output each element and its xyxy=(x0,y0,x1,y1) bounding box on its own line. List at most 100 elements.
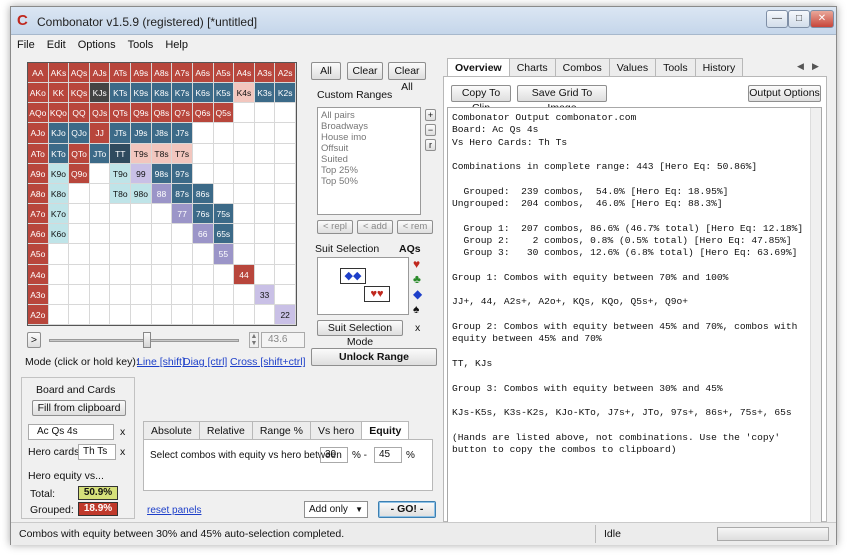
hand-cell[interactable] xyxy=(275,143,296,164)
hand-cell[interactable]: T8s xyxy=(151,143,173,164)
hand-cell[interactable]: JTs xyxy=(110,123,132,144)
hand-cell[interactable]: 97s xyxy=(172,163,193,184)
reset-panels-link[interactable]: reset panels xyxy=(147,505,201,516)
hand-cell[interactable]: QJo xyxy=(69,123,90,144)
hand-cell[interactable] xyxy=(69,264,90,285)
hand-cell[interactable]: ATo xyxy=(28,143,49,164)
hand-cell[interactable]: AQs xyxy=(69,63,90,84)
clear-all-button[interactable]: Clear All xyxy=(388,62,426,93)
slider-value-field[interactable]: 43.6 xyxy=(261,332,305,348)
hand-cell[interactable]: A2s xyxy=(275,63,296,84)
go-button[interactable]: - GO! - xyxy=(378,501,436,518)
tab-overview[interactable]: Overview xyxy=(447,58,510,77)
tab-scroll-right-icon[interactable]: ▶ xyxy=(812,61,819,72)
hand-cell[interactable]: A5o xyxy=(28,244,49,265)
custom-ranges-list[interactable]: All pairs Broadways House imo Offsuit Suited… xyxy=(317,107,421,215)
hand-cell[interactable]: K6s xyxy=(192,83,214,104)
hand-cell[interactable]: KTo xyxy=(48,143,70,164)
save-grid-button[interactable]: Save Grid To Image xyxy=(517,85,607,114)
hand-cell[interactable] xyxy=(254,103,276,124)
hand-cell[interactable]: J9s xyxy=(131,123,152,144)
hand-cell[interactable]: KK xyxy=(48,83,70,104)
overview-scrollbar[interactable] xyxy=(810,108,821,526)
minimize-button[interactable]: — xyxy=(766,10,788,28)
hand-cell[interactable]: Q9s xyxy=(131,103,152,124)
hand-cell[interactable]: AJs xyxy=(89,63,111,84)
hand-cell[interactable] xyxy=(89,183,111,205)
hand-cell[interactable]: A6s xyxy=(192,63,214,84)
hand-cell[interactable] xyxy=(275,123,296,144)
hand-cell[interactable]: K6o xyxy=(48,224,70,245)
hearts-pair-icon[interactable]: ♥♥ xyxy=(364,286,390,302)
hand-cell[interactable]: A9o xyxy=(28,163,49,184)
hand-cell[interactable]: K4s xyxy=(234,83,255,104)
tab-absolute[interactable]: Absolute xyxy=(143,421,200,440)
hand-cell[interactable] xyxy=(234,224,255,245)
equity-from-field[interactable]: 30 xyxy=(320,447,348,463)
hand-cell[interactable] xyxy=(192,264,214,285)
hand-cell[interactable] xyxy=(89,204,111,225)
hand-cell[interactable]: JTo xyxy=(89,143,111,164)
hand-cell[interactable]: 77 xyxy=(172,204,193,225)
hand-cell[interactable]: TT xyxy=(110,143,132,164)
custom-range-rename-icon[interactable]: r xyxy=(425,139,436,151)
hand-cell[interactable] xyxy=(234,103,255,124)
custom-range-item[interactable]: All pairs xyxy=(321,110,417,121)
hand-cell[interactable] xyxy=(89,284,111,305)
menu-tools[interactable]: Tools xyxy=(122,36,160,54)
hand-cell[interactable]: A6o xyxy=(28,224,49,245)
hand-cell[interactable] xyxy=(151,304,173,325)
hand-cell[interactable]: A7s xyxy=(172,63,193,84)
menu-help[interactable]: Help xyxy=(159,36,194,54)
hand-cell[interactable]: QTo xyxy=(69,143,90,164)
slider-play-button[interactable]: > xyxy=(27,332,41,348)
hand-cell[interactable]: A8s xyxy=(151,63,173,84)
tab-equity[interactable]: Equity xyxy=(361,421,410,440)
range-slider-handle[interactable] xyxy=(143,332,151,348)
custom-range-item[interactable]: Top 25% xyxy=(321,165,417,176)
custom-range-item[interactable]: Top 50% xyxy=(321,176,417,187)
hand-cell[interactable] xyxy=(69,284,90,305)
hand-cell[interactable] xyxy=(48,304,70,325)
hand-cell[interactable] xyxy=(234,244,255,265)
hand-cell[interactable] xyxy=(110,244,132,265)
hand-cell[interactable] xyxy=(254,204,276,225)
hand-cell[interactable] xyxy=(110,304,132,325)
hand-cell[interactable]: ATs xyxy=(110,63,132,84)
hand-cell[interactable] xyxy=(275,103,296,124)
hand-cell[interactable]: T9o xyxy=(110,163,132,184)
hand-cell[interactable] xyxy=(275,163,296,184)
hand-cell[interactable] xyxy=(192,163,214,184)
hand-cell[interactable] xyxy=(89,224,111,245)
hand-cell[interactable] xyxy=(131,264,152,285)
hand-cell[interactable]: A3o xyxy=(28,284,49,305)
hand-cell[interactable]: KQs xyxy=(69,83,90,104)
fill-from-clipboard-button[interactable]: Fill from clipboard xyxy=(32,400,126,416)
add-button[interactable]: < add xyxy=(357,220,393,234)
hand-cell[interactable] xyxy=(151,224,173,245)
spade-suit-icon[interactable]: ♠ xyxy=(413,302,419,316)
tab-relative[interactable]: Relative xyxy=(198,421,253,440)
rem-button[interactable]: < rem xyxy=(397,220,433,234)
hand-cell[interactable] xyxy=(213,163,235,184)
hand-cell[interactable]: K3s xyxy=(254,83,276,104)
suit-selection-clear-icon[interactable]: x xyxy=(415,322,420,334)
hand-cell[interactable] xyxy=(48,264,70,285)
hand-cell[interactable] xyxy=(213,143,235,164)
hand-cell[interactable]: KJs xyxy=(89,83,111,104)
hand-cell[interactable]: QJs xyxy=(89,103,111,124)
hand-cell[interactable]: 65s xyxy=(213,224,235,245)
custom-range-item[interactable]: House imo xyxy=(321,132,417,143)
tab-combos[interactable]: Combos xyxy=(554,58,610,77)
hand-cell[interactable] xyxy=(234,163,255,184)
hand-cell[interactable] xyxy=(213,284,235,305)
copy-to-clip-button[interactable]: Copy To Clip xyxy=(451,85,511,114)
suit-selection-box[interactable]: ◆◆ ♥♥ xyxy=(317,257,409,315)
hand-cell[interactable] xyxy=(192,284,214,305)
hand-cell[interactable]: 33 xyxy=(254,284,276,305)
hand-cell[interactable]: A2o xyxy=(28,304,49,325)
hand-cell[interactable]: K5s xyxy=(213,83,235,104)
hand-cell[interactable]: JJ xyxy=(89,123,111,144)
hand-cell[interactable]: T8o xyxy=(110,183,132,205)
hand-cell[interactable] xyxy=(254,163,276,184)
